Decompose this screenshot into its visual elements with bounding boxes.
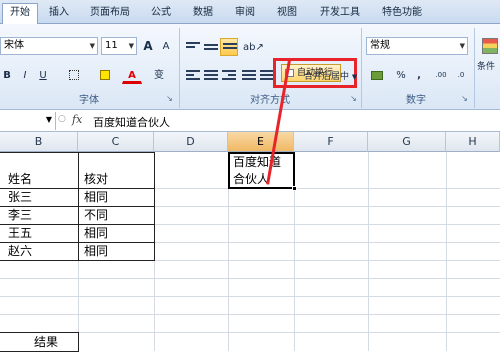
conditional-format-button[interactable]: 条件格 xyxy=(476,58,500,76)
number-format-value: 常规 xyxy=(370,40,390,51)
name-box[interactable]: ▼ xyxy=(0,112,56,130)
chevron-down-icon: ▼ xyxy=(128,42,134,50)
tab-developer[interactable]: 开发工具 xyxy=(312,4,368,24)
align-top-icon[interactable] xyxy=(186,42,200,54)
tab-data[interactable]: 数据 xyxy=(186,4,220,24)
tab-review[interactable]: 审阅 xyxy=(228,4,262,24)
font-color-button[interactable]: A xyxy=(122,66,142,84)
column-header-d[interactable]: D xyxy=(154,132,228,152)
gridline xyxy=(0,314,500,315)
table-header-name[interactable]: 姓名 xyxy=(6,170,32,188)
align-left-icon[interactable] xyxy=(186,70,200,82)
border-icon xyxy=(69,70,79,80)
chevron-down-icon: ▼ xyxy=(351,73,358,81)
grow-font-button[interactable]: A xyxy=(140,37,156,55)
chevron-down-icon: ▼ xyxy=(459,42,465,50)
increase-indent-icon[interactable] xyxy=(260,70,274,82)
table-cell[interactable]: 赵六 xyxy=(6,242,32,260)
ribbon: 宋体 ▼ 11 ▼ A A B I U A 变 字体 ↘ ab↗ 自动换行 合并… xyxy=(0,24,500,110)
selected-cell-e[interactable]: 百度知道 合伙人 xyxy=(228,152,297,191)
comma-button[interactable]: , xyxy=(412,66,426,84)
tab-insert[interactable]: 插入 xyxy=(42,4,76,24)
table-cell[interactable]: 相同 xyxy=(82,188,108,206)
align-middle-icon[interactable] xyxy=(204,44,218,56)
table-cell[interactable]: 相同 xyxy=(82,242,108,260)
font-group-label: 字体 xyxy=(79,95,99,106)
column-header-h[interactable]: H xyxy=(446,132,500,152)
font-size-value: 11 xyxy=(105,40,118,51)
formula-bar: ▼ ○ fx 百度知道合伙人 xyxy=(0,110,500,132)
font-size-combo[interactable]: 11 ▼ xyxy=(101,37,137,55)
shrink-font-button[interactable]: A xyxy=(158,37,174,55)
table-cell[interactable]: 相同 xyxy=(82,224,108,242)
align-bottom-button[interactable] xyxy=(220,38,238,56)
alignment-group-label: 对齐方式 xyxy=(250,95,290,106)
dialog-launcher-icon[interactable]: ↘ xyxy=(349,95,358,104)
chevron-down-icon: ▼ xyxy=(45,115,52,124)
align-center-icon[interactable] xyxy=(204,70,218,82)
align-bottom-icon xyxy=(223,43,237,55)
tab-home[interactable]: 开始 xyxy=(2,3,38,25)
table-header-check[interactable]: 核对 xyxy=(82,170,108,188)
ribbon-tab-bar: 开始 插入 页面布局 公式 数据 审阅 视图 开发工具 特色功能 xyxy=(0,0,500,25)
table-cell[interactable]: 张三 xyxy=(6,188,32,206)
gridline xyxy=(0,296,500,297)
percent-button[interactable]: % xyxy=(394,66,408,84)
dialog-launcher-icon[interactable]: ↘ xyxy=(460,95,469,104)
accounting-button[interactable] xyxy=(366,66,388,84)
column-header-e[interactable]: E xyxy=(228,132,294,152)
dialog-launcher-icon[interactable]: ↘ xyxy=(165,95,174,104)
chevron-down-icon: ▼ xyxy=(89,42,95,50)
merge-center-label: 合并后居中 xyxy=(304,72,350,82)
table-cell[interactable]: 李三 xyxy=(6,206,32,224)
tab-view[interactable]: 视图 xyxy=(270,4,304,24)
gridline xyxy=(368,152,369,351)
underline-button[interactable]: U xyxy=(36,66,50,84)
tab-page-layout[interactable]: 页面布局 xyxy=(82,4,138,24)
column-header-g[interactable]: G xyxy=(368,132,446,152)
tab-formulas[interactable]: 公式 xyxy=(144,4,178,24)
orientation-button[interactable]: ab↗ xyxy=(242,38,264,56)
phonetic-button[interactable]: 变 xyxy=(150,66,168,84)
table-cell[interactable]: 王五 xyxy=(6,224,32,242)
column-header-b[interactable]: B xyxy=(0,132,78,152)
fill-color-button[interactable] xyxy=(94,66,116,84)
text-orientation-icon: ab↗ xyxy=(243,42,264,53)
fx-icon[interactable]: fx xyxy=(72,113,82,126)
italic-button[interactable]: I xyxy=(18,66,32,84)
border-button[interactable] xyxy=(63,66,85,84)
column-header-f[interactable]: F xyxy=(294,132,368,152)
result-label[interactable]: 结果 xyxy=(32,333,58,351)
font-name-value: 宋体 xyxy=(4,40,24,51)
merge-center-button[interactable]: 合并后居中 ▼ xyxy=(303,68,359,86)
gridline xyxy=(446,152,447,351)
table-cell[interactable]: 不同 xyxy=(82,206,108,224)
bold-button[interactable]: B xyxy=(0,66,14,84)
column-header-c[interactable]: C xyxy=(78,132,154,152)
tab-features[interactable]: 特色功能 xyxy=(374,4,430,24)
fill-handle[interactable] xyxy=(292,186,297,191)
group-divider xyxy=(474,28,475,108)
font-name-combo[interactable]: 宋体 ▼ xyxy=(0,37,98,55)
number-group-label: 数字 xyxy=(406,95,426,106)
decrease-decimal-button[interactable]: .0 xyxy=(452,66,470,84)
align-right-icon[interactable] xyxy=(222,70,236,82)
name-box-scroll-icon: ○ xyxy=(58,114,66,124)
decrease-indent-icon[interactable] xyxy=(242,70,256,82)
currency-icon xyxy=(371,71,383,80)
formula-input[interactable]: 百度知道合伙人 xyxy=(93,114,170,130)
conditional-format-icon[interactable] xyxy=(482,38,498,54)
number-format-combo[interactable]: 常规 ▼ xyxy=(366,37,468,55)
wrapped-text-line-2: 合伙人 xyxy=(233,172,270,186)
paint-bucket-icon xyxy=(100,70,110,80)
gridline xyxy=(0,278,500,279)
increase-decimal-button[interactable]: .00 xyxy=(432,66,450,84)
